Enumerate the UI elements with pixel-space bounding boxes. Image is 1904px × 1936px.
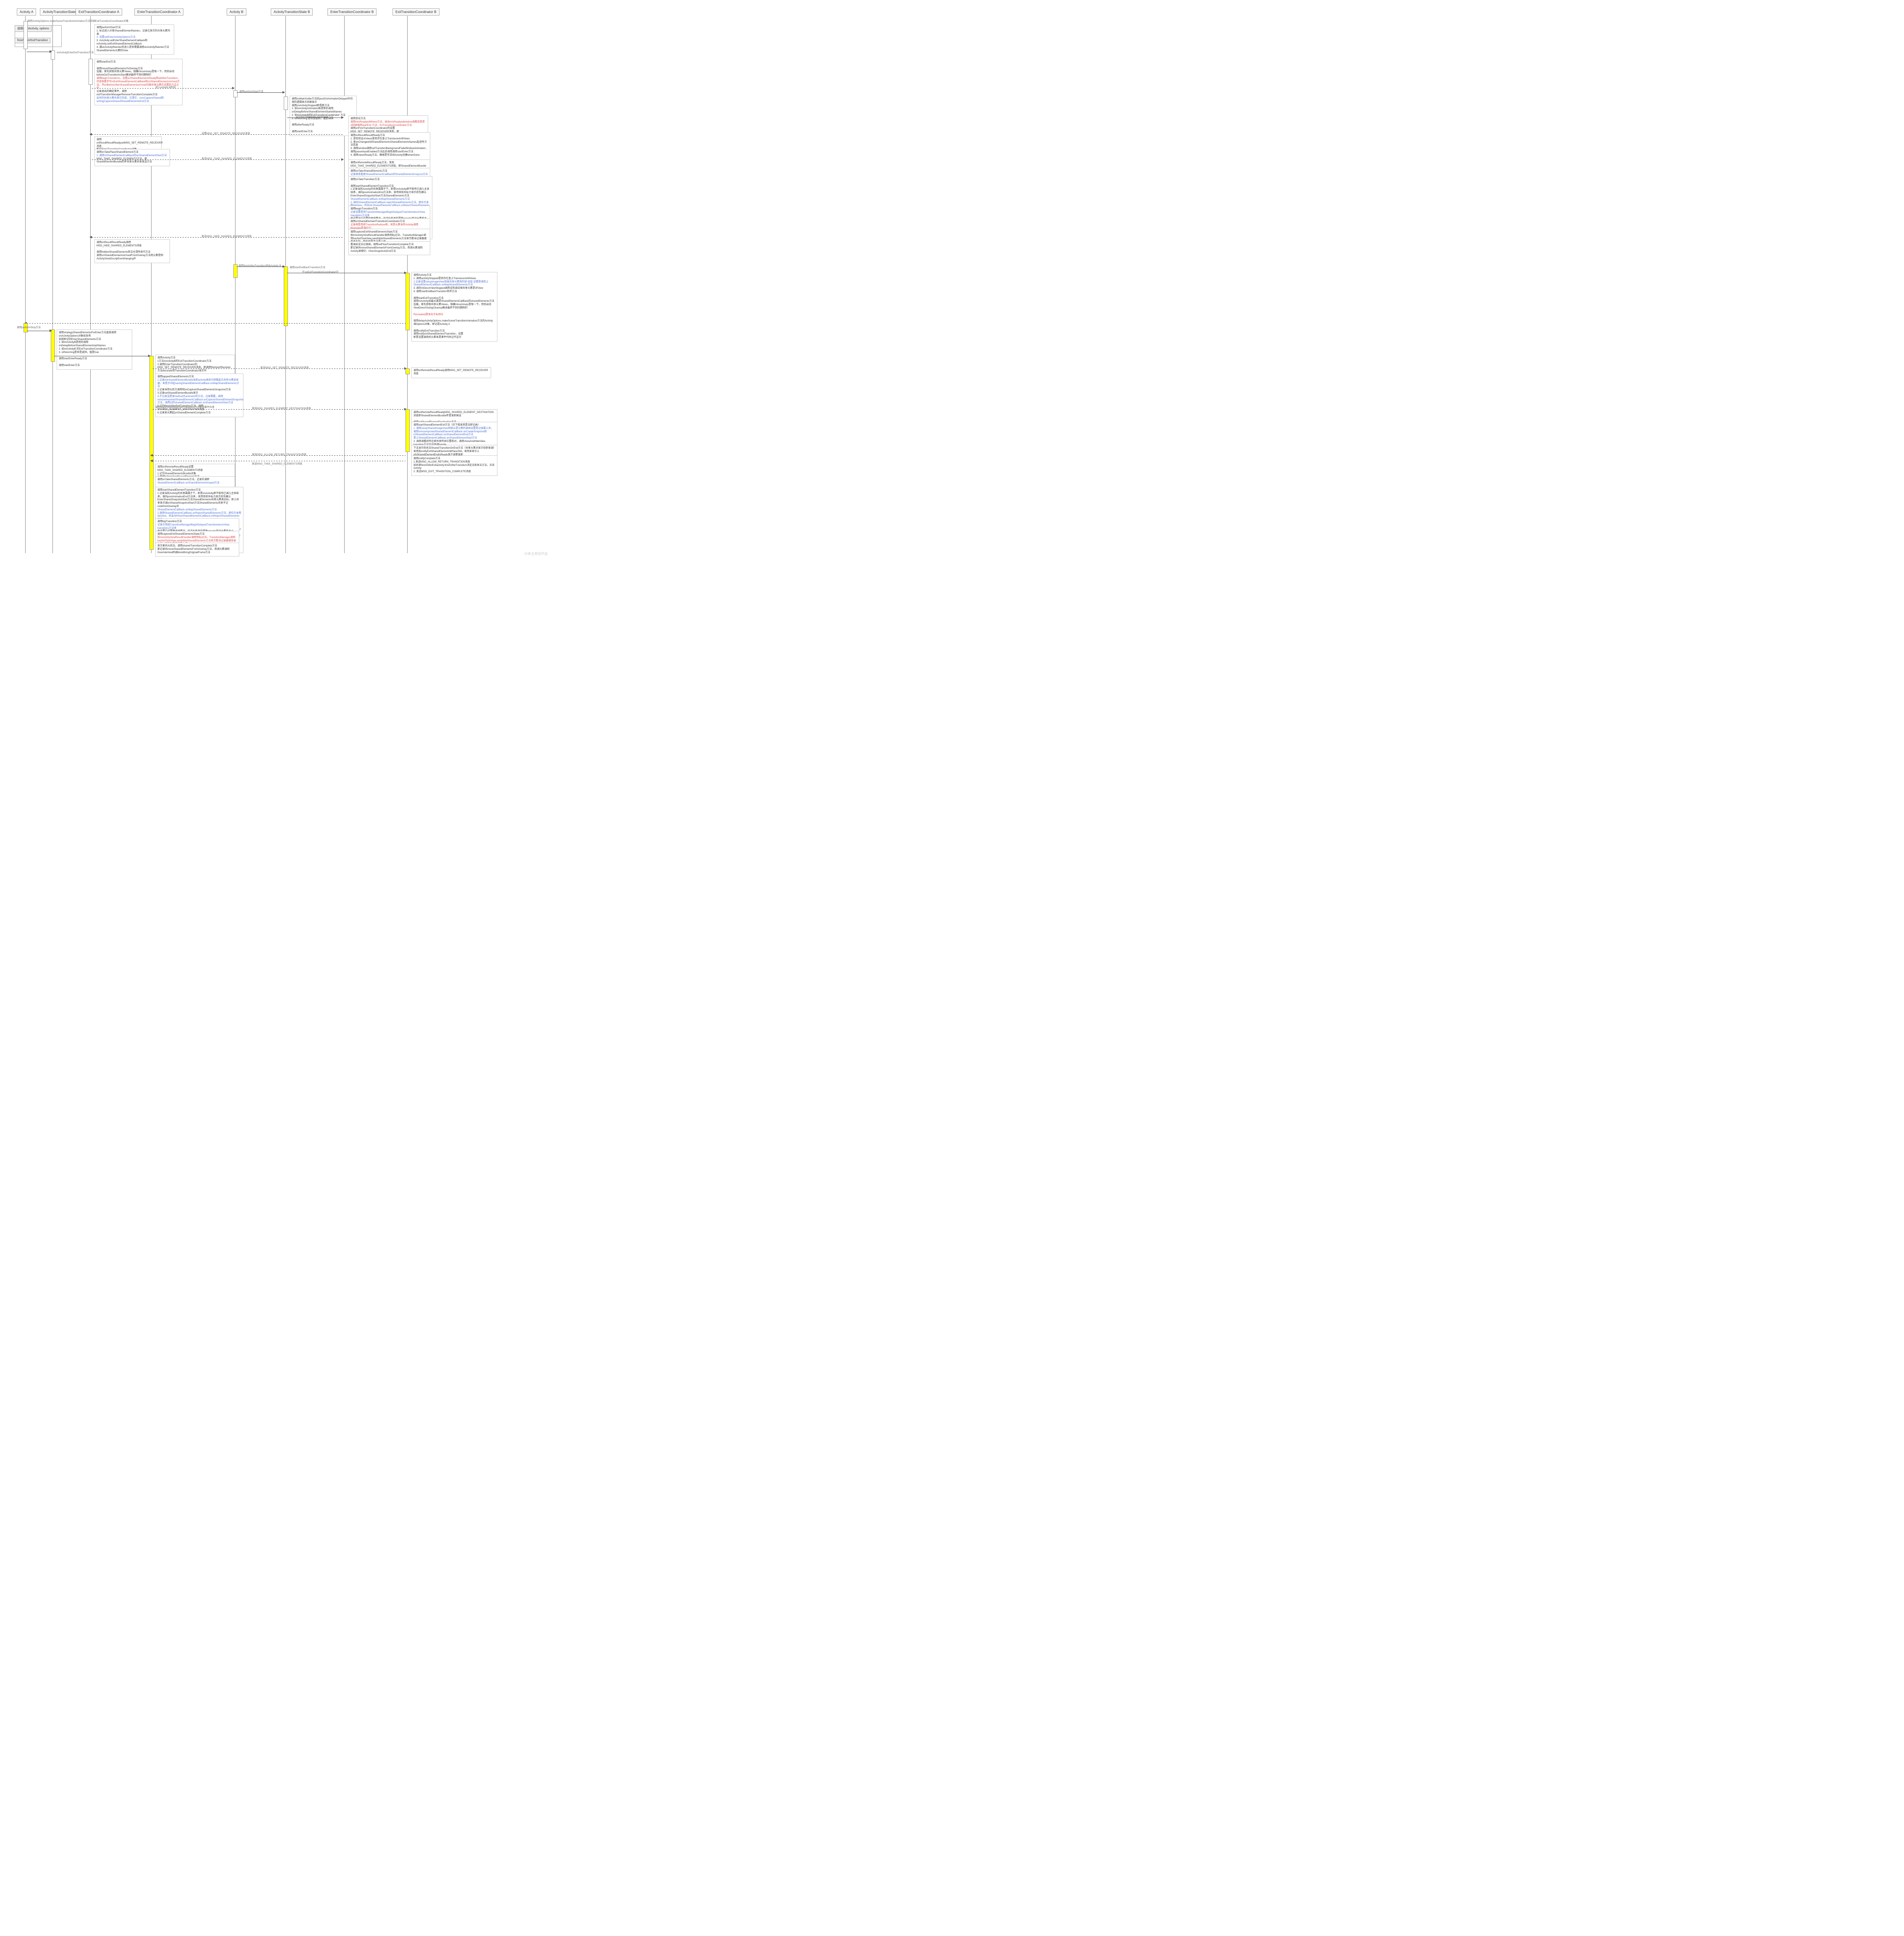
activation: [284, 266, 288, 326]
watermark: 分享主原创作品: [524, 551, 548, 556]
note: 调用tappedSharedElements方法 1.记录retrsharedE…: [155, 374, 243, 417]
message-label: 调用startExitBackTransition方法: [290, 265, 325, 269]
note: 调用Activity方法 1方法mActivityB的ExitTransitio…: [155, 355, 235, 375]
activation: [24, 21, 28, 49]
message-label: 发送MSG_ALLOW_RETURN_TRANSITION消息: [252, 452, 306, 456]
note: 调用Activity方法 1. 调用activityStopped是否存在查上T…: [411, 272, 497, 342]
participant-activity-a: Activity A: [17, 8, 36, 16]
arrow: [27, 323, 405, 324]
note: 看调启设法记调调，调用setFlowTransitionComplete方法 那…: [348, 241, 430, 255]
activation: [405, 409, 410, 452]
message-label: 发送MSG_TAKE_SHARED_ELEMENTS消息: [252, 462, 302, 465]
lifeline: [90, 16, 91, 553]
participant-entc-a: EnterTransitionCoordinator A: [134, 8, 183, 16]
arrow-head: [232, 87, 235, 89]
message-label: 调用performStop方法: [17, 325, 41, 329]
note: 调用onResultResultReady调用MSG_HIDE_SHARED_E…: [94, 239, 170, 263]
message-label: 在onExitTransitionCoordinator中: [302, 270, 338, 274]
participant-entc-b: EnterTransitionCoordinator B: [327, 8, 377, 16]
note: 调用strategySharedElementsForEnter方法直接调用on…: [57, 329, 132, 370]
lifeline: [25, 16, 26, 553]
activation: [89, 59, 93, 85]
message-label: 调用finishAfterTransition退出Activity B: [238, 264, 281, 267]
activation: [284, 97, 288, 110]
message-label: 进入Activity B阶段: [155, 85, 176, 89]
message-label: 发送MSG_SHARED_ELEMENT_DESTINATION消息: [252, 406, 311, 410]
note: 显示更共元后法，调用sharedTransitionComplete方法 那记录…: [155, 543, 239, 557]
arrow-head: [282, 91, 285, 94]
message-label: onViewTransitionCoordinator方法: [296, 115, 333, 118]
note: 调用onRemoteResultReady调用MSG_SET_REMOTE_RE…: [411, 367, 491, 378]
arrow-head: [150, 460, 153, 462]
message-label: 设置MSG_SET_REMOTE_RECEIVER消息: [201, 131, 250, 135]
note: 调用onTakeSharedElements方法，记录实调即 SharedEle…: [155, 476, 235, 487]
participant-activity-b: Activity B: [227, 8, 246, 16]
activation: [405, 368, 410, 374]
arrow-head: [89, 236, 92, 238]
message-label: 发送MSG_HIDE_SHARED_ELEMENTS消息: [201, 234, 251, 238]
message-label: 发送MSG_TAKE_SHARED_ELEMENTS消息: [201, 157, 252, 160]
activation: [51, 329, 55, 362]
note: 调用performStart方法 1. 标记进入分享SharedElementN…: [94, 24, 174, 55]
note: 调用onTakePlaceSharedElement方法 1. 调用mShare…: [94, 149, 170, 166]
sequence-diagram: Activity A ActivityTransitionState A Exi…: [8, 8, 550, 558]
message-label: 调用performStart方法: [239, 89, 263, 93]
message-label: 发送MSG_SET_REMOTE_RECEIVER消息: [260, 366, 309, 369]
activation: [233, 90, 238, 97]
arrow-head: [50, 329, 52, 332]
participant-etc-a: ExitTransitionCoordinator A: [76, 8, 122, 16]
loop-label: finishAfterExitTransition: [15, 38, 50, 43]
lifeline: [52, 16, 53, 553]
message-label: onActivityEnterExitTransition方法: [57, 50, 94, 54]
loop-label: 调用startActivity, options: [15, 25, 52, 32]
message-label: 调用startPostponedEnterTransition方法返回事件共享: [155, 405, 214, 409]
note: 调用notifyComplete方法 1.发送MSG_ALLOW_RETURN_…: [411, 455, 497, 476]
activation: [149, 356, 154, 550]
note: 调用startExit方法 调用moveSharedElementsToOver…: [94, 59, 183, 105]
arrow-head: [150, 454, 153, 457]
arrow-head: [89, 133, 92, 136]
arrow-head: [282, 265, 285, 268]
message-label: 调用ActivityOptions.makeSceneTransitionAni…: [27, 19, 128, 23]
arrow-head: [341, 158, 344, 161]
arrow-head: [341, 116, 344, 119]
participant-ats-b: ActivityTransitionState B: [271, 8, 313, 16]
activation: [405, 273, 410, 330]
arrow-head: [50, 50, 52, 53]
participant-etc-b: ExitTransitionCoordinator B: [392, 8, 439, 16]
